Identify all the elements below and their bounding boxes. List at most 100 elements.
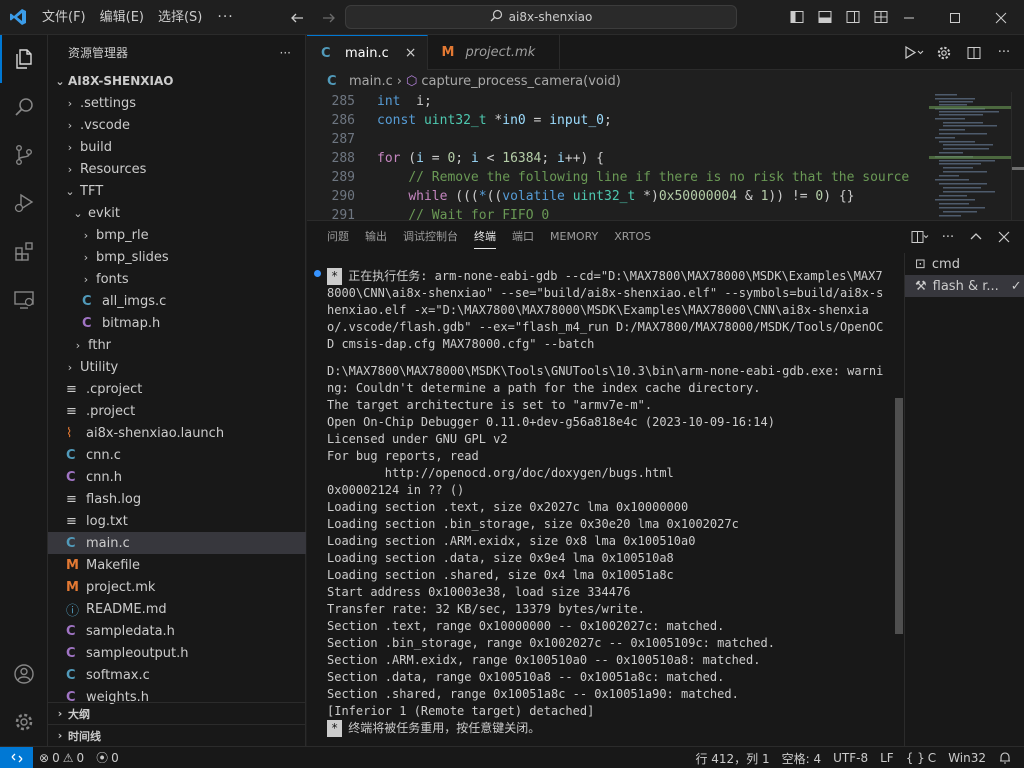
ports-indicator[interactable]: ⦿ 0 (90, 749, 125, 766)
toggle-primary-sidebar-icon[interactable] (784, 5, 810, 29)
tree-item[interactable]: › bmp_slides (48, 246, 306, 268)
tree-item[interactable]: ≡ .project (48, 400, 306, 422)
tree-item[interactable]: ≡ log.txt (48, 510, 306, 532)
menu-selection[interactable]: 选择(S) (151, 0, 209, 35)
search-view-icon[interactable] (0, 83, 48, 131)
menu-edit[interactable]: 编辑(E) (93, 0, 151, 35)
panel-tab[interactable]: XRTOS (606, 221, 659, 253)
panel-tab[interactable]: 问题 (319, 221, 357, 253)
notifications-bell-icon[interactable] (992, 751, 1018, 765)
more-actions-icon[interactable]: ··· (992, 41, 1016, 65)
tree-item[interactable]: ≡ .cproject (48, 378, 306, 400)
source-control-icon[interactable] (0, 131, 48, 179)
tree-item[interactable]: › Resources (48, 158, 306, 180)
tab-main-c[interactable]: C main.c × (307, 35, 428, 70)
terminal-output[interactable]: * 正在执行任务: arm-none-eabi-gdb --cd="D:\MAX7… (307, 261, 895, 747)
remote-explorer-icon[interactable] (0, 275, 48, 323)
menu-file[interactable]: 文件(F) (35, 0, 93, 35)
tree-item[interactable]: › Utility (48, 356, 306, 378)
breadcrumb-symbol[interactable]: capture_process_camera(void) (421, 74, 620, 89)
workspace-root-header[interactable]: ⌄ AI8X-SHENXIAO (48, 70, 305, 92)
extensions-icon[interactable] (0, 227, 48, 275)
tree-item[interactable]: › bmp_rle (48, 224, 306, 246)
panel-tab[interactable]: MEMORY (542, 221, 606, 253)
tree-item[interactable]: Ccnn.c (48, 444, 306, 466)
problems-indicator[interactable]: ⊗ 0 ⚠ 0 (33, 751, 90, 765)
tree-item[interactable]: › fonts (48, 268, 306, 290)
command-center-search[interactable]: ai8x-shenxiao (345, 5, 737, 29)
platform[interactable]: Win32 (942, 751, 992, 765)
cursor-position[interactable]: 行 412，列 1 (689, 750, 775, 767)
tree-item[interactable]: ≡ flash.log (48, 488, 306, 510)
tree-item[interactable]: Call_imgs.c (48, 290, 306, 312)
minimize-icon[interactable] (886, 0, 932, 35)
tree-item[interactable]: M Makefile (48, 554, 306, 576)
tree-item[interactable]: Csampleoutput.h (48, 642, 306, 664)
toggle-secondary-sidebar-icon[interactable] (840, 5, 866, 29)
tree-item[interactable]: › fthr (48, 334, 306, 356)
close-window-icon[interactable] (978, 0, 1024, 35)
tree-item[interactable]: ⌄ TFT (48, 180, 306, 202)
timeline-section-header[interactable]: › 时间线 (48, 724, 306, 746)
explorer-icon[interactable] (0, 35, 48, 83)
tree-item[interactable]: ⌄ evkit (48, 202, 306, 224)
tree-item[interactable]: › .settings (48, 92, 306, 114)
terminal-item-flash[interactable]: ⚒ flash & r... ✓ (905, 275, 1024, 297)
more-actions-icon[interactable]: ··· (936, 225, 960, 249)
tree-item[interactable]: Cmain.c (48, 532, 306, 554)
terminal-scrollbar-thumb[interactable] (895, 398, 903, 634)
remote-indicator-icon[interactable] (0, 746, 33, 768)
code-editor[interactable]: 285 int i; 286 const uint32_t *in0 = input_… (307, 92, 927, 220)
code-token: volatile (502, 189, 565, 204)
back-arrow-icon[interactable] (285, 6, 309, 30)
panel-tab[interactable]: 端口 (504, 221, 542, 253)
editor-scrollbar[interactable] (1011, 92, 1024, 220)
toggle-panel-icon[interactable] (812, 5, 838, 29)
forward-arrow-icon[interactable] (317, 6, 341, 30)
tree-item[interactable]: Mproject.mk (48, 576, 306, 598)
account-icon[interactable] (0, 650, 48, 698)
tree-item[interactable]: Csampledata.h (48, 620, 306, 642)
tree-item[interactable]: ⌇ ai8x-shenxiao.launch (48, 422, 306, 444)
settings-gear-icon[interactable] (0, 698, 48, 746)
bottom-panel: 问题 输出 调试控制台 终端 端口 MEMORY XRTOS ··· * 正在执行任务: ar… (307, 220, 1024, 747)
close-panel-icon[interactable] (992, 225, 1016, 249)
split-editor-icon[interactable] (962, 41, 986, 65)
breadcrumb-file[interactable]: main.c (349, 74, 393, 89)
close-tab-icon[interactable]: × (405, 45, 417, 61)
terminal-scrollbar[interactable] (895, 261, 903, 747)
tree-item[interactable]: Csoftmax.c (48, 664, 306, 686)
terminal-item-cmd[interactable]: ⊡ cmd (905, 253, 1024, 275)
panel-tab[interactable]: 终端 (466, 221, 504, 253)
tree-item[interactable]: Ccnn.h (48, 466, 306, 488)
minimap[interactable] (929, 92, 1011, 220)
tab-project-mk[interactable]: M project.mk (428, 35, 561, 70)
end-of-line[interactable]: LF (874, 751, 900, 765)
tree-item[interactable]: › build (48, 136, 306, 158)
chevron-right-icon: › (75, 338, 81, 352)
terminal-line-text: Loading section .data, size 0x9e4 lma 0x… (327, 551, 674, 565)
tree-item[interactable]: › .vscode (48, 114, 306, 136)
run-debug-dropdown-icon[interactable] (902, 41, 926, 65)
encoding[interactable]: UTF-8 (827, 751, 874, 765)
gear-icon[interactable] (932, 41, 956, 65)
vscode-logo-icon[interactable] (0, 0, 35, 35)
run-debug-icon[interactable] (0, 179, 48, 227)
code-text: for (i = 0; i < 16384; i++) { (355, 149, 604, 168)
terminal-line: Loading section .data, size 0x9e4 lma 0x… (327, 550, 889, 567)
tree-item[interactable]: ⓘ README.md (48, 598, 306, 620)
tree-item[interactable]: Cbitmap.h (48, 312, 306, 334)
split-terminal-icon[interactable] (908, 225, 932, 249)
indentation[interactable]: 空格: 4 (776, 750, 828, 767)
outline-section-header[interactable]: › 大纲 (48, 702, 306, 724)
language-mode[interactable]: { } C (900, 751, 942, 765)
panel-tab[interactable]: 调试控制台 (395, 221, 466, 253)
panel-tab[interactable]: 输出 (357, 221, 395, 253)
sidebar-more-icon[interactable]: ··· (280, 46, 291, 60)
terminal-line: 0x00002124 in ?? () (327, 482, 889, 499)
menu-more-icon[interactable]: ··· (209, 9, 241, 25)
maximize-panel-icon[interactable] (964, 225, 988, 249)
function-symbol-icon: ⬡ (405, 73, 418, 89)
maximize-icon[interactable] (932, 0, 978, 35)
terminal-icon: ⊡ (915, 256, 926, 272)
